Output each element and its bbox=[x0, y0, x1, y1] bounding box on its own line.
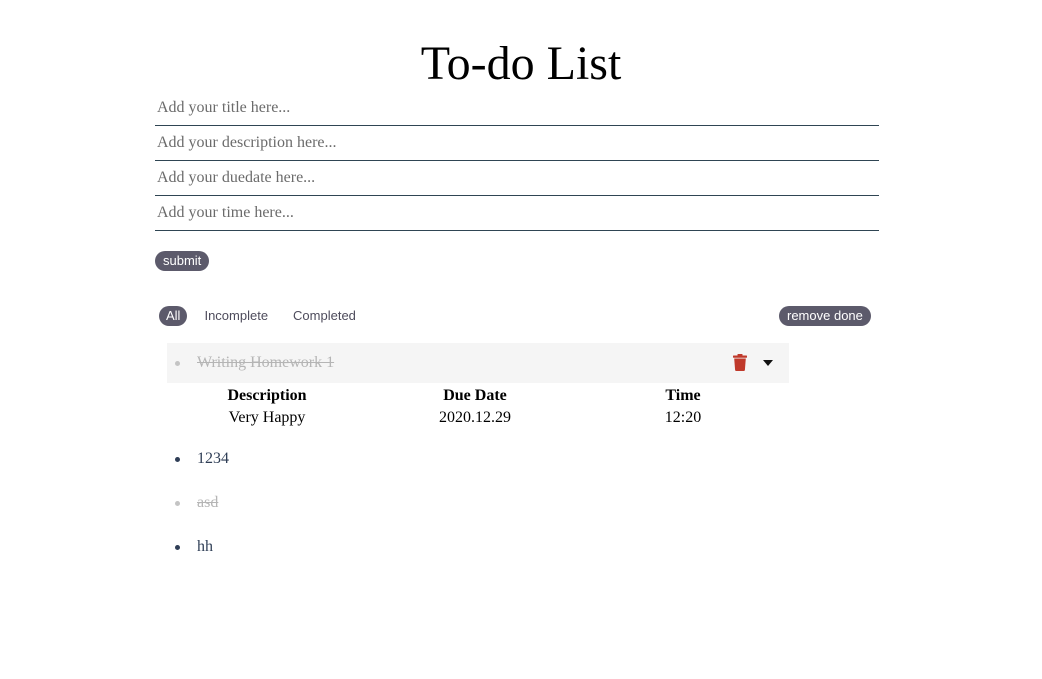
time-value: 12:20 bbox=[664, 409, 702, 426]
todo-form bbox=[155, 91, 879, 231]
details-table: Description Due Date Time Very Happy 202… bbox=[227, 385, 705, 429]
title-input[interactable] bbox=[155, 91, 879, 126]
todo-row[interactable]: hh bbox=[167, 525, 789, 569]
filter-incomplete-button[interactable]: Incomplete bbox=[196, 306, 276, 326]
description-input[interactable] bbox=[155, 126, 879, 161]
todo-title[interactable]: hh bbox=[197, 538, 213, 556]
submit-button[interactable]: submit bbox=[155, 251, 210, 271]
duedate-input[interactable] bbox=[155, 161, 879, 196]
bullet-icon bbox=[175, 501, 180, 506]
bullet-icon bbox=[175, 361, 180, 366]
due-date-value: 2020.12.29 bbox=[439, 409, 511, 426]
due-date-header: Due Date bbox=[443, 387, 507, 404]
todo-title[interactable]: Writing Homework 1 bbox=[197, 354, 334, 372]
todo-item: asd bbox=[167, 481, 789, 525]
todo-row[interactable]: 1234 bbox=[167, 437, 789, 481]
todo-row[interactable]: asd bbox=[167, 481, 789, 525]
todo-row[interactable]: Writing Homework 1 bbox=[167, 343, 789, 383]
caret-down-icon[interactable] bbox=[763, 360, 773, 366]
todo-title[interactable]: asd bbox=[197, 494, 218, 512]
todo-item: Writing Homework 1 Description Due Date … bbox=[167, 343, 789, 437]
todo-list: Writing Homework 1 Description Due Date … bbox=[167, 343, 789, 569]
todo-item: 1234 bbox=[167, 437, 789, 481]
bullet-icon bbox=[175, 545, 180, 550]
time-input[interactable] bbox=[155, 196, 879, 231]
description-header: Description bbox=[227, 387, 307, 404]
page-title: To-do List bbox=[420, 37, 622, 90]
bullet-icon bbox=[175, 457, 180, 462]
todo-title[interactable]: 1234 bbox=[197, 450, 229, 468]
time-header: Time bbox=[665, 387, 701, 404]
filter-all-button[interactable]: All bbox=[159, 306, 188, 326]
remove-done-button[interactable]: remove done bbox=[779, 306, 871, 326]
filter-completed-button[interactable]: Completed bbox=[285, 306, 364, 326]
todo-details: Description Due Date Time Very Happy 202… bbox=[167, 383, 789, 437]
description-value: Very Happy bbox=[228, 409, 306, 426]
filter-bar: All Incomplete Completed bbox=[159, 306, 364, 326]
todo-item: hh bbox=[167, 525, 789, 569]
trash-icon[interactable] bbox=[733, 354, 747, 371]
